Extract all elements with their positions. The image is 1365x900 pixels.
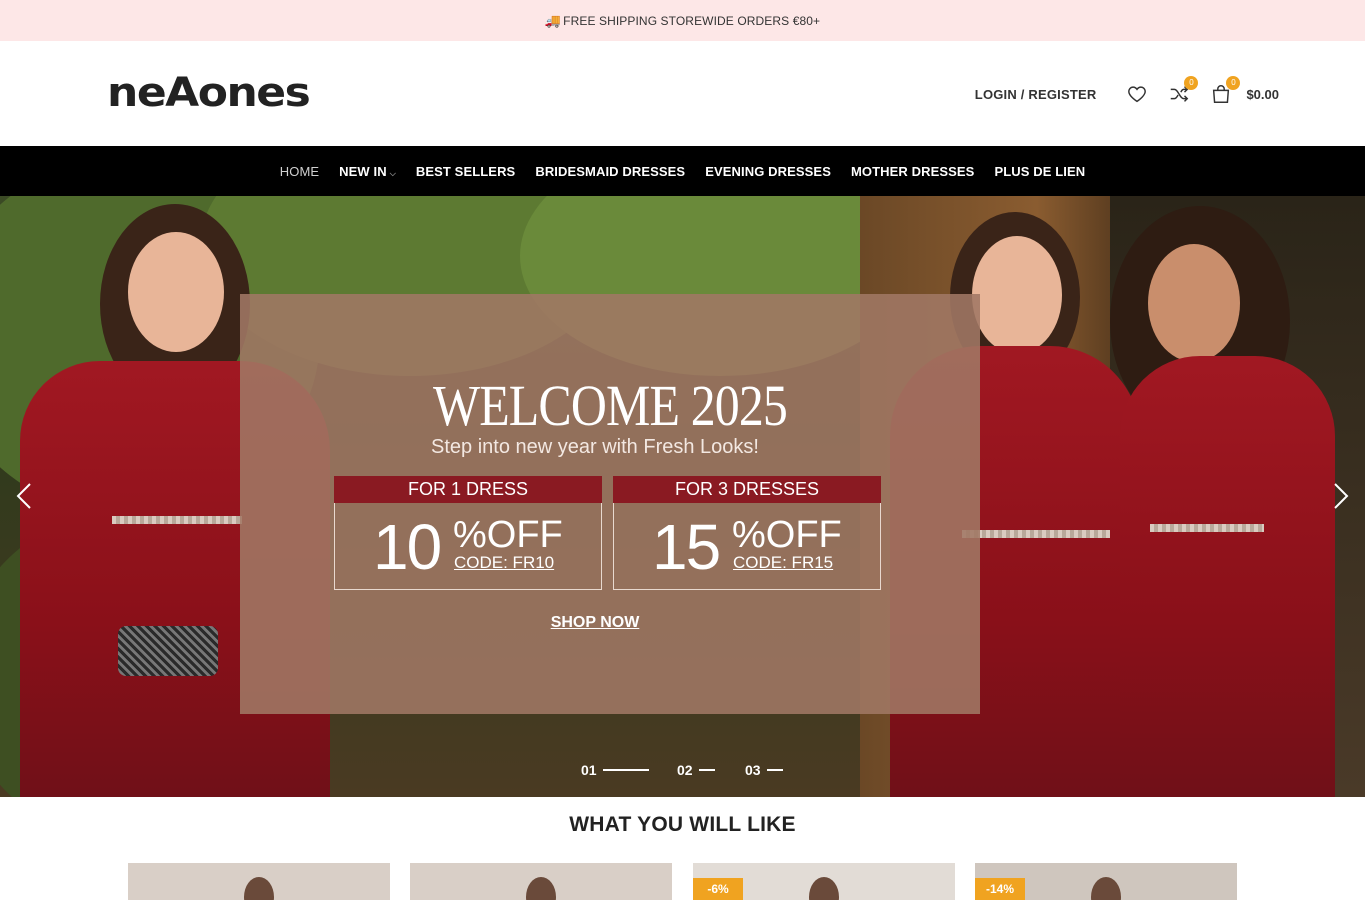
offer-card: FOR 1 DRESS 10 %OFF CODE: FR10 [334,476,602,590]
nav-label: NEW IN [339,163,387,179]
nav-label: PLUS DE LIEN [994,163,1086,179]
nav-label: HOME [279,163,320,179]
slide-line [698,769,715,771]
nav-label: BEST SELLERS [415,163,516,179]
nav-label: EVENING DRESSES [705,163,831,179]
model-face [1148,244,1240,362]
offer-code: CODE: FR15 [733,553,834,572]
slide-indicator-1[interactable]: 01 [581,762,649,778]
nav-item-mother-dresses[interactable]: MOTHER DRESSES [851,164,974,179]
compare-count-badge: 0 [1184,76,1199,90]
shop-now-button[interactable]: SHOP NOW [240,614,950,632]
product-image [526,877,556,900]
promo-text: FREE SHIPPING STOREWIDE ORDERS €80+ [563,13,821,28]
slide-indicator-2[interactable]: 02 [677,762,715,778]
offer-card: FOR 3 DRESSES 15 %OFF CODE: FR15 [613,476,881,590]
model-belt [112,516,242,524]
section-title: WHAT YOU WILL LIKE [569,813,796,836]
nav-label: MOTHER DRESSES [850,163,975,179]
chevron-down-icon: ⌵ [389,168,396,178]
product-card[interactable] [128,863,390,900]
slider-pagination: 01 02 03 [0,762,1365,782]
model-belt [1150,524,1264,532]
header-actions: LOGIN / REGISTER 0 0 $0.00 [975,76,1279,111]
slide-number: 01 [581,762,597,778]
offer-heading: FOR 1 DRESS [334,476,602,503]
chevron-left-icon[interactable] [10,479,38,513]
offer-percent-suffix: %OFF [453,514,563,556]
login-register-link[interactable]: LOGIN / REGISTER [975,87,1097,102]
heart-icon[interactable] [1126,83,1148,105]
banner-subtitle: Step into new year with Fresh Looks! [431,436,759,458]
site-header: neAones LOGIN / REGISTER 0 0 $0.00 [0,41,1365,146]
promo-banner-panel: WELCOME 2025 Step into new year with Fre… [240,294,980,714]
site-logo[interactable]: neAones [107,70,311,115]
product-card[interactable] [410,863,672,900]
slide-line [602,769,649,771]
chevron-right-icon[interactable] [1327,479,1355,513]
main-nav: HOME NEW IN ⌵ BEST SELLERS BRIDESMAID DRE… [0,146,1365,196]
cart-count-badge: 0 [1226,76,1241,90]
slide-indicator-3[interactable]: 03 [745,762,783,778]
slide-number: 03 [745,762,761,778]
nav-label: BRIDESMAID DRESSES [535,163,686,179]
product-card[interactable]: -6% [693,863,955,900]
nav-item-plus-de-lien[interactable]: PLUS DE LIEN [994,164,1085,179]
sale-badge: -6% [693,878,743,900]
nav-item-new-in[interactable]: NEW IN ⌵ [339,164,396,179]
offer-heading: FOR 3 DRESSES [613,476,881,503]
nav-item-bridesmaid-dresses[interactable]: BRIDESMAID DRESSES [535,164,685,179]
product-image [809,877,839,900]
offer-percent-number: 10 [373,511,442,583]
banner-title: WELCOME 2025 [432,373,788,438]
clutch-bag [118,626,218,676]
shopping-bag-icon[interactable]: 0 [1210,76,1241,105]
model-dress [1120,356,1335,797]
offer-percent-suffix: %OFF [732,514,842,556]
product-card[interactable]: -14% [975,863,1237,900]
shuffle-icon[interactable]: 0 [1168,76,1199,105]
nav-item-evening-dresses[interactable]: EVENING DRESSES [705,164,831,179]
sale-badge: -14% [975,878,1025,900]
product-image [1091,877,1121,900]
offer-code: CODE: FR10 [454,553,555,572]
hero-slider: WELCOME 2025 Step into new year with Fre… [0,196,1365,797]
promo-bar: 🚚 FREE SHIPPING STOREWIDE ORDERS €80+ [0,0,1365,41]
model-face [972,236,1062,354]
truck-icon: 🚚 [544,12,562,28]
product-image [244,877,274,900]
model-belt [962,530,1110,538]
slide-line [766,769,783,771]
nav-item-home[interactable]: HOME [280,164,319,179]
offer-percent-number: 15 [652,511,721,583]
model-face [128,232,224,352]
slide-number: 02 [677,762,693,778]
cart-total[interactable]: $0.00 [1246,87,1279,102]
nav-item-best-sellers[interactable]: BEST SELLERS [416,164,515,179]
